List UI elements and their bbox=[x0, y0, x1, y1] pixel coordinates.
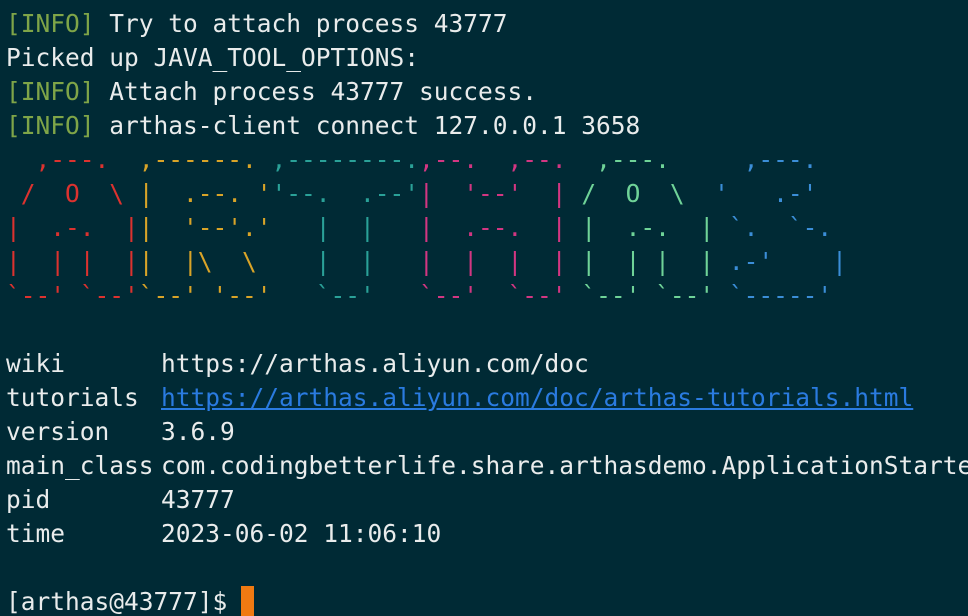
banner-letter-s: .-' | bbox=[728, 247, 862, 276]
info-key: tutorials bbox=[6, 383, 139, 412]
banner-letter-t: '--. .--' bbox=[271, 179, 420, 208]
banner-letter-h: | '--' | bbox=[419, 179, 582, 208]
log-line-4: [INFO] arthas-client connect 127.0.0.1 3… bbox=[6, 109, 640, 143]
banner-letter-a2: | .-. | bbox=[581, 213, 729, 242]
info-row-time: time 2023-06-02 11:06:10 bbox=[6, 517, 441, 551]
banner-letter-t: | | bbox=[271, 247, 420, 276]
banner-letter-t: | | bbox=[271, 213, 420, 242]
banner-letter-a: | .-. | bbox=[6, 213, 139, 242]
log-text: arthas-client connect 127.0.0.1 3658 bbox=[94, 111, 641, 140]
banner-row: | .-. || '--'.' | | | .--. | | .-. | `. … bbox=[6, 211, 862, 245]
info-row-version: version 3.6.9 bbox=[6, 415, 235, 449]
info-key: version bbox=[6, 417, 110, 446]
log-line-2: Picked up JAVA_TOOL_OPTIONS: bbox=[6, 41, 419, 75]
banner-letter-a2: ,---. bbox=[581, 145, 715, 174]
banner-letter-r: ,------. bbox=[138, 145, 272, 174]
terminal-window[interactable]: [INFO] Try to attach process 43777 Picke… bbox=[0, 0, 968, 616]
info-value: 3.6.9 bbox=[161, 417, 235, 446]
info-row-wiki: wiki https://arthas.aliyun.com/doc bbox=[6, 347, 589, 381]
banner-letter-h: | .--. | bbox=[419, 213, 582, 242]
info-tag: [INFO] bbox=[6, 111, 95, 140]
banner-letter-r: `--' '--' bbox=[138, 281, 272, 310]
banner-letter-s: ,---. bbox=[714, 145, 847, 174]
banner-letter-a2: | | | | bbox=[581, 247, 729, 276]
info-value: com.codingbetterlife.share.arthasdemo.Ap… bbox=[161, 451, 968, 480]
command-prompt[interactable]: [arthas@43777]$ bbox=[6, 585, 255, 616]
banner-letter-s: ' .-' bbox=[714, 179, 847, 208]
banner-letter-a: | | | | bbox=[6, 247, 139, 276]
banner-letter-a2: `--' `--' bbox=[581, 281, 729, 310]
banner-row: / O \ | .--. ''--. .--'| '--' | / O \ ' … bbox=[6, 177, 847, 211]
banner-letter-a: / O \ bbox=[6, 179, 139, 208]
banner-letter-t: `--' bbox=[271, 281, 420, 310]
banner-row: ,---. ,------. ,--------.,--. ,--. ,---.… bbox=[6, 143, 847, 177]
info-row-tutorials: tutorials https://arthas.aliyun.com/doc/a… bbox=[6, 381, 913, 415]
banner-row: | | | || |\ \ | | | | | | | | | | .-' | bbox=[6, 245, 862, 279]
info-key: pid bbox=[6, 485, 51, 514]
banner-letter-a: `--' `--' bbox=[6, 281, 139, 310]
banner-letter-r: | .--. ' bbox=[138, 179, 272, 208]
log-text: Picked up JAVA_TOOL_OPTIONS: bbox=[6, 43, 420, 72]
info-key: time bbox=[6, 519, 66, 548]
info-key: wiki bbox=[6, 349, 66, 378]
text-cursor bbox=[241, 586, 255, 616]
info-value: 2023-06-02 11:06:10 bbox=[161, 519, 442, 548]
banner-letter-s: `-----' bbox=[728, 281, 862, 310]
banner-letter-a2: / O \ bbox=[581, 179, 715, 208]
banner-row: `--' `--'`--' '--' `--' `--' `--' `--' `… bbox=[6, 279, 862, 313]
banner-letter-r: | |\ \ bbox=[138, 247, 272, 276]
info-value: 43777 bbox=[161, 485, 235, 514]
log-line-1: [INFO] Try to attach process 43777 bbox=[6, 7, 508, 41]
banner-letter-r: | '--'.' bbox=[138, 213, 272, 242]
log-text: Attach process 43777 success. bbox=[94, 77, 538, 106]
tutorials-link[interactable]: https://arthas.aliyun.com/doc/arthas-tut… bbox=[161, 383, 913, 412]
info-key: main_class bbox=[6, 451, 154, 480]
banner-letter-s: `. `-. bbox=[728, 213, 862, 242]
banner-letter-h: ,--. ,--. bbox=[419, 145, 582, 174]
banner-letter-h: | | | | bbox=[419, 247, 582, 276]
info-tag: [INFO] bbox=[6, 77, 95, 106]
prompt-text: [arthas@43777]$ bbox=[6, 587, 228, 616]
banner-letter-t: ,--------. bbox=[271, 145, 420, 174]
info-tag: [INFO] bbox=[6, 9, 95, 38]
info-row-pid: pid 43777 bbox=[6, 483, 235, 517]
info-value: https://arthas.aliyun.com/doc bbox=[161, 349, 589, 378]
banner-letter-h: `--' `--' bbox=[419, 281, 582, 310]
log-text: Try to attach process 43777 bbox=[94, 9, 508, 38]
banner-letter-a: ,---. bbox=[6, 145, 139, 174]
info-row-main-class: main_class com.codingbetterlife.share.art… bbox=[6, 449, 968, 483]
log-line-3: [INFO] Attach process 43777 success. bbox=[6, 75, 537, 109]
